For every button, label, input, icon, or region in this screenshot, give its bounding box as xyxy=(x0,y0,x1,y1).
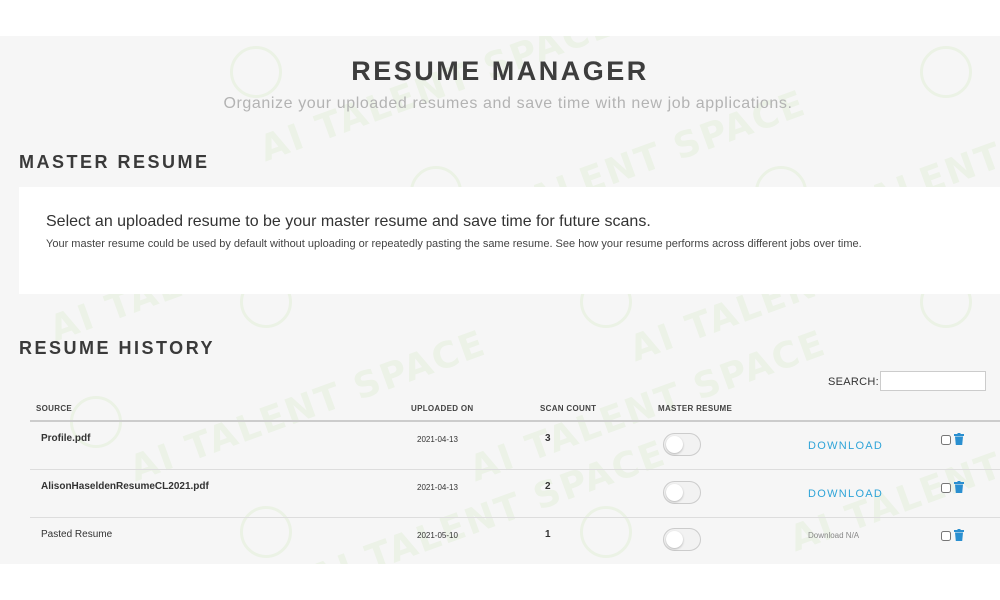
trash-icon[interactable] xyxy=(954,529,964,541)
column-header-master-resume[interactable]: MASTER RESUME xyxy=(658,404,732,413)
toggle-switch-icon xyxy=(666,484,683,501)
column-header-scan-count[interactable]: SCAN COUNT xyxy=(540,404,596,413)
download-link[interactable]: DOWNLOAD xyxy=(808,488,883,500)
table-header-divider xyxy=(30,420,1000,422)
row-divider xyxy=(30,517,1000,518)
watermark-text: AI TALENT SPACE xyxy=(304,432,672,564)
row-uploaded-on: 2021-04-13 xyxy=(417,435,458,444)
trash-icon[interactable] xyxy=(954,433,964,445)
row-select-checkbox[interactable] xyxy=(941,531,951,541)
resume-history-section-title: RESUME HISTORY xyxy=(19,338,216,358)
row-divider xyxy=(30,469,1000,470)
row-scan-count: 1 xyxy=(545,529,551,540)
row-source: Profile.pdf xyxy=(41,433,91,444)
watermark-logo-icon xyxy=(240,506,292,558)
master-resume-heading: Select an uploaded resume to be your mas… xyxy=(46,213,651,230)
watermark-logo-icon xyxy=(580,506,632,558)
row-select-checkbox[interactable] xyxy=(941,483,951,493)
master-resume-section-title: MASTER RESUME xyxy=(19,152,210,172)
resume-manager-page: AI TALENT SPACE AI TALENT SPACE AI TALEN… xyxy=(0,36,1000,564)
row-uploaded-on: 2021-04-13 xyxy=(417,483,458,492)
toggle-switch-icon xyxy=(666,436,683,453)
master-resume-toggle[interactable] xyxy=(663,433,701,456)
row-select-checkbox[interactable] xyxy=(941,435,951,445)
page-subtitle: Organize your uploaded resumes and save … xyxy=(223,95,793,112)
trash-icon[interactable] xyxy=(954,481,964,493)
search-label: SEARCH: xyxy=(828,376,879,388)
row-scan-count: 3 xyxy=(545,433,551,444)
row-scan-count: 2 xyxy=(545,481,551,492)
master-resume-toggle[interactable] xyxy=(663,528,701,551)
master-resume-panel: Select an uploaded resume to be your mas… xyxy=(19,187,1000,294)
row-source: Pasted Resume xyxy=(41,529,113,540)
download-unavailable: Download N/A xyxy=(808,531,860,540)
master-resume-description: Your master resume could be used by defa… xyxy=(46,238,862,250)
column-header-source[interactable]: SOURCE xyxy=(36,404,72,413)
download-link[interactable]: DOWNLOAD xyxy=(808,440,883,452)
row-uploaded-on: 2021-05-10 xyxy=(417,531,458,540)
column-header-uploaded-on[interactable]: UPLOADED ON xyxy=(411,404,473,413)
page-title: RESUME MANAGER xyxy=(351,56,649,86)
row-source: AlisonHaseldenResumeCL2021.pdf xyxy=(41,481,209,492)
search-input[interactable] xyxy=(880,371,986,391)
toggle-switch-icon xyxy=(666,531,683,548)
master-resume-toggle[interactable] xyxy=(663,481,701,504)
watermark-text: AI TALENT SPACE xyxy=(464,322,832,491)
